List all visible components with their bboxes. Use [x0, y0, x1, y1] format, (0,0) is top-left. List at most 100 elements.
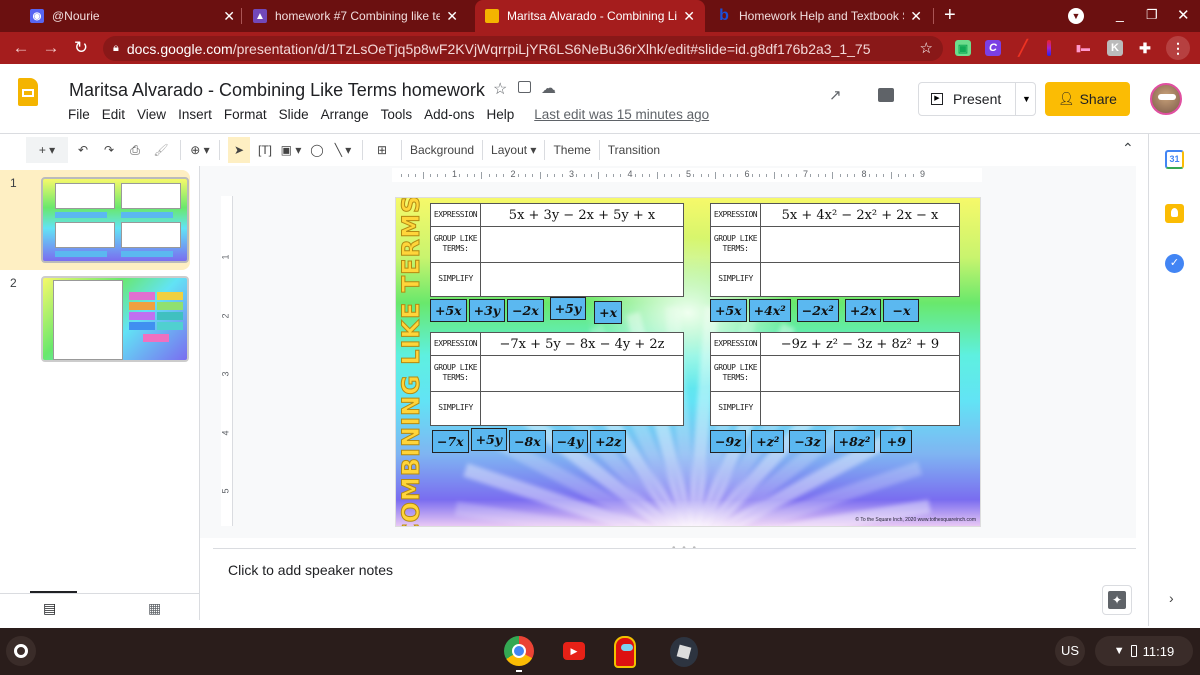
text-box-icon[interactable]: [T]	[254, 137, 276, 163]
explore-button[interactable]: ✦	[1102, 585, 1132, 615]
menu-tools[interactable]: Tools	[381, 107, 413, 122]
forward-icon[interactable]: →	[36, 38, 66, 58]
among-us-icon[interactable]	[614, 636, 636, 668]
chrome-icon[interactable]	[504, 636, 534, 666]
close-tab-icon[interactable]: ✕	[683, 8, 695, 25]
close-tab-icon[interactable]: ✕	[910, 8, 922, 25]
simplify-cell[interactable]	[480, 261, 684, 298]
term-tile[interactable]: −x	[883, 299, 920, 322]
menu-slide[interactable]: Slide	[279, 107, 309, 122]
theme-button[interactable]: Theme	[553, 137, 590, 163]
kami-icon[interactable]: K	[1107, 40, 1123, 56]
term-tile[interactable]: +4x²	[748, 299, 791, 322]
comments-icon[interactable]	[878, 88, 894, 102]
group-like-terms-cell[interactable]	[760, 355, 960, 392]
slide-canvas[interactable]: COMBINING LIKE TERMS EXPRESSION 5x + 3y −…	[395, 197, 981, 527]
last-edit-link[interactable]: Last edit was 15 minutes ago	[534, 107, 709, 122]
term-tile[interactable]: −7x	[432, 430, 469, 453]
new-tab-button[interactable]: +	[944, 4, 956, 27]
minimize-icon[interactable]: _	[1116, 6, 1124, 22]
menu-file[interactable]: File	[68, 107, 90, 122]
collapse-toolbar-icon[interactable]: ⌃	[1122, 140, 1134, 157]
menu-help[interactable]: Help	[486, 107, 514, 122]
close-tab-icon[interactable]: ✕	[446, 8, 458, 25]
menu-view[interactable]: View	[137, 107, 166, 122]
speaker-notes-placeholder[interactable]: Click to add speaker notes	[228, 562, 393, 578]
tab-classroom[interactable]: ▲ homework #7 Combining like ter ✕	[243, 0, 468, 32]
bookmark-star-icon[interactable]: ☆	[920, 39, 933, 57]
share-button[interactable]: 👤︎ Share	[1045, 82, 1130, 116]
star-icon[interactable]: ☆	[493, 79, 507, 99]
term-tile[interactable]: −2x²	[796, 299, 839, 322]
term-tile[interactable]: +5x	[430, 299, 467, 322]
expand-side-panel-icon[interactable]: ›	[1169, 590, 1174, 606]
menu-edit[interactable]: Edit	[102, 107, 125, 122]
present-button[interactable]: ▶ Present ▼	[918, 82, 1036, 116]
paint-format-icon[interactable]: 🖌︎	[150, 137, 172, 163]
term-tile[interactable]: +5x	[710, 299, 747, 322]
comment-add-icon[interactable]: ⊞	[371, 137, 393, 163]
term-tile[interactable]: +2z	[590, 430, 627, 453]
line-icon[interactable]: ╲ ▾	[332, 137, 354, 163]
close-window-icon[interactable]: ✕	[1177, 6, 1190, 24]
image-icon[interactable]: ▣ ▾	[280, 137, 302, 163]
simplify-cell[interactable]	[760, 261, 960, 298]
menu-addons[interactable]: Add-ons	[424, 107, 474, 122]
background-button[interactable]: Background	[410, 137, 474, 163]
keep-icon[interactable]	[1165, 204, 1184, 223]
activity-dashboard-icon[interactable]: ↗	[829, 86, 842, 104]
zoom-icon[interactable]: ⊕ ▾	[189, 137, 211, 163]
select-tool-icon[interactable]: ➤	[228, 137, 250, 163]
canva-icon[interactable]: C	[985, 40, 1001, 56]
launcher-button[interactable]	[6, 636, 36, 666]
menu-arrange[interactable]: Arrange	[321, 107, 369, 122]
tab-bartleby[interactable]: b Homework Help and Textbook So ✕	[707, 0, 932, 32]
account-avatar[interactable]	[1150, 83, 1182, 115]
menu-format[interactable]: Format	[224, 107, 267, 122]
group-like-terms-cell[interactable]	[760, 226, 960, 263]
term-tile[interactable]: +3y	[468, 299, 506, 322]
close-tab-icon[interactable]: ✕	[223, 8, 235, 25]
term-tile[interactable]: −2x	[507, 299, 544, 322]
term-tile[interactable]: −8x	[509, 430, 546, 453]
simplify-cell[interactable]	[760, 390, 960, 427]
term-tile[interactable]: +5y	[470, 428, 508, 451]
term-tile[interactable]: −9z	[710, 430, 747, 453]
input-method-indicator[interactable]: US	[1055, 636, 1085, 666]
term-tile[interactable]: −3z	[789, 430, 826, 453]
menu-insert[interactable]: Insert	[178, 107, 212, 122]
print-icon[interactable]: ⎙	[124, 137, 146, 163]
tab-search-icon[interactable]: ▼	[1068, 8, 1084, 24]
calendar-icon[interactable]: 31	[1165, 150, 1184, 169]
nyan-icon[interactable]: ▮▬	[1075, 40, 1091, 56]
document-title[interactable]: Maritsa Alvarado - Combining Like Terms …	[69, 80, 485, 101]
term-tile[interactable]: +8z²	[833, 430, 876, 453]
marker-icon[interactable]: ╱	[1015, 40, 1031, 57]
undo-icon[interactable]: ↶	[72, 137, 94, 163]
puzzle-icon[interactable]: ✚	[1137, 40, 1153, 56]
back-icon[interactable]: ←	[6, 38, 36, 58]
reload-icon[interactable]: ↻	[66, 38, 96, 58]
system-tray[interactable]: ▼ 11:19	[1095, 636, 1193, 666]
group-like-terms-cell[interactable]	[480, 355, 684, 392]
term-tile[interactable]: +9	[880, 430, 913, 453]
slides-logo-icon[interactable]	[18, 78, 38, 106]
shape-icon[interactable]: ◯	[306, 137, 328, 163]
vertical-ruler[interactable]: 1 2 3 4 5	[221, 196, 233, 526]
present-options-dropdown[interactable]: ▼	[1015, 83, 1037, 115]
term-tile[interactable]: +z²	[751, 430, 785, 453]
horizontal-ruler[interactable]: 1 2 3 4 5 6 7 8 9	[392, 168, 982, 182]
slide-thumbnail-1[interactable]: 1	[0, 170, 190, 270]
redo-icon[interactable]: ↷	[98, 137, 120, 163]
screencastify-icon[interactable]: ▣	[955, 40, 971, 56]
new-slide-button[interactable]: + ▾	[26, 137, 68, 163]
term-tile[interactable]: +5y	[549, 297, 587, 320]
color-bar-icon[interactable]	[1047, 40, 1051, 56]
move-folder-icon[interactable]	[518, 81, 531, 93]
term-tile[interactable]: +2x	[844, 299, 882, 322]
chrome-menu-icon[interactable]: ⋮	[1166, 36, 1190, 60]
address-bar[interactable]: 🔒︎ docs.google.com/presentation/d/1TzLsO…	[103, 36, 943, 61]
tab-slides-active[interactable]: Maritsa Alvarado - Combining Lik ✕	[475, 0, 705, 32]
restore-icon[interactable]: ❐	[1146, 7, 1158, 23]
speaker-notes-panel[interactable]	[213, 548, 1136, 626]
